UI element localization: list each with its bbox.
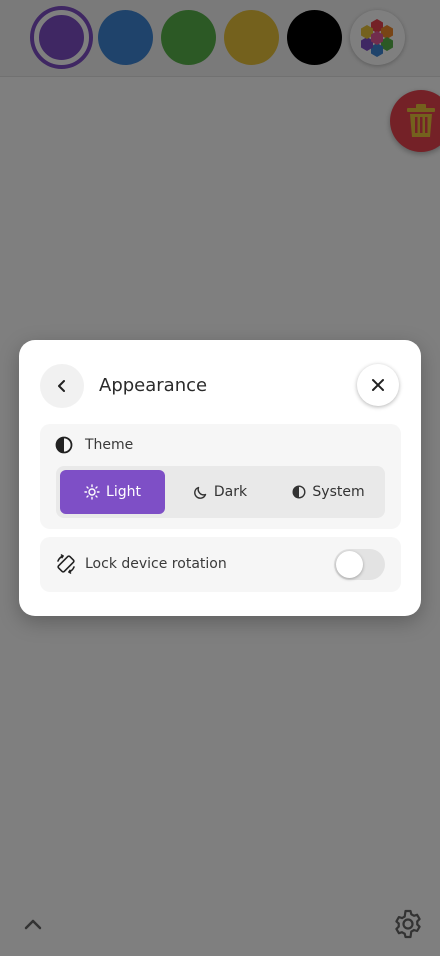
toggle-knob — [336, 551, 363, 578]
theme-option-system-label: System — [312, 484, 365, 500]
moon-icon — [194, 486, 207, 499]
close-button[interactable] — [357, 364, 399, 406]
theme-option-light-label: Light — [106, 484, 141, 500]
theme-section: Theme Light Dark System — [40, 424, 401, 529]
rotation-lock-label: Lock device rotation — [85, 556, 227, 572]
rotate-device-icon — [57, 554, 75, 574]
theme-label: Theme — [85, 437, 134, 453]
appearance-dialog: Appearance Theme Light Dark System Lock … — [19, 340, 421, 616]
contrast-icon — [55, 436, 73, 454]
close-icon — [372, 379, 384, 391]
theme-option-system[interactable]: System — [276, 470, 381, 514]
dialog-title: Appearance — [99, 375, 208, 396]
theme-option-dark[interactable]: Dark — [168, 470, 273, 514]
sun-icon — [84, 484, 100, 500]
chevron-left-icon — [58, 380, 65, 392]
contrast-icon — [292, 485, 306, 499]
theme-option-dark-label: Dark — [213, 484, 248, 500]
rotation-lock-toggle[interactable] — [334, 549, 385, 580]
theme-option-light[interactable]: Light — [60, 470, 165, 514]
theme-selector: Light Dark System — [56, 466, 385, 518]
back-button[interactable] — [40, 364, 84, 408]
rotation-lock-section: Lock device rotation — [40, 537, 401, 592]
